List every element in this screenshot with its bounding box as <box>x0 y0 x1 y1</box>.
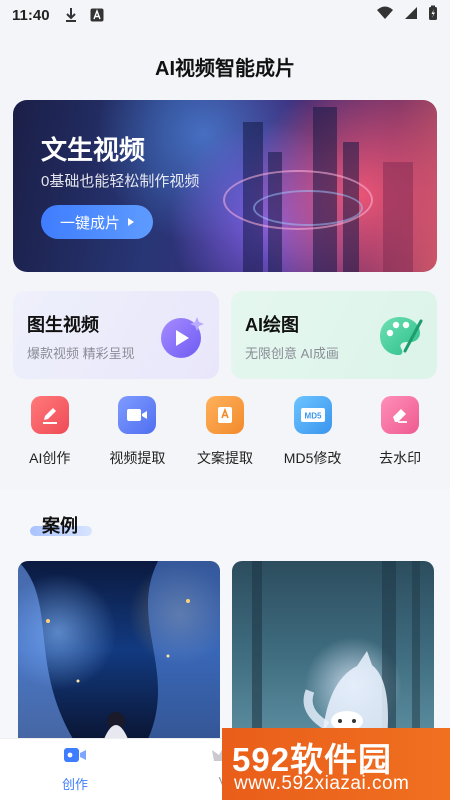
video-create-icon <box>63 745 87 770</box>
watermark-url: www.592xiazai.com <box>234 773 410 794</box>
banner-art-ring <box>253 190 363 226</box>
tool-video-extract[interactable]: 视频提取 <box>97 396 177 476</box>
play-bubble-icon <box>157 311 207 361</box>
tool-label: 视频提取 <box>109 450 166 466</box>
palette-icon <box>375 311 425 361</box>
case-art-fox-forest <box>252 561 420 739</box>
signal-icon <box>404 6 418 24</box>
status-time: 11:40 <box>12 6 50 24</box>
tool-md5-modify[interactable]: MD5 MD5修改 <box>273 396 353 476</box>
case-thumbnail[interactable] <box>232 561 434 739</box>
play-arrow-icon <box>128 218 134 226</box>
tool-ai-create[interactable]: AI创作 <box>10 396 90 476</box>
card-subtitle: 无限创意 AI成画 <box>245 346 339 361</box>
tool-row: AI创作 视频提取 文案提取 MD5 MD5修改 去水印 <box>0 396 450 476</box>
tool-label: 去水印 <box>379 450 422 466</box>
card-image-to-video[interactable]: 图生视频 爆款视频 精彩呈现 <box>13 291 219 379</box>
md5-icon: MD5 <box>293 396 332 434</box>
case-thumbnail[interactable] <box>18 561 220 739</box>
tool-label: MD5修改 <box>283 450 342 466</box>
hero-banner-text-to-video[interactable]: 文生视频 0基础也能轻松制作视频 一键成片 <box>13 100 437 272</box>
one-click-create-button[interactable]: 一键成片 <box>41 205 153 239</box>
download-icon <box>64 7 78 23</box>
case-art-curtains <box>18 561 220 739</box>
watermark-overlay: 592软件园 www.592xiazai.com <box>222 728 450 800</box>
tool-label: AI创作 <box>29 450 71 466</box>
banner-art-building <box>383 162 413 272</box>
svg-text:MD5: MD5 <box>304 412 321 421</box>
one-click-create-label: 一键成片 <box>59 214 120 232</box>
battery-icon <box>428 5 438 25</box>
nav-label-create: 创作 <box>61 777 88 792</box>
notification-a-icon <box>90 8 104 22</box>
card-subtitle: 爆款视频 精彩呈现 <box>27 346 135 361</box>
tool-label: 文案提取 <box>196 450 253 466</box>
wifi-icon <box>376 6 394 24</box>
status-bar: 11:40 <box>0 0 450 30</box>
pen-icon <box>30 396 69 434</box>
text-document-icon <box>205 396 244 434</box>
eraser-icon <box>381 396 420 434</box>
video-camera-icon <box>118 396 157 434</box>
tool-remove-watermark[interactable]: 去水印 <box>360 396 440 476</box>
section-title-cases: 案例 <box>42 516 78 536</box>
tool-text-extract[interactable]: 文案提取 <box>185 396 265 476</box>
card-title: 图生视频 <box>27 315 99 335</box>
hero-title: 文生视频 <box>41 135 146 165</box>
card-ai-drawing[interactable]: AI绘图 无限创意 AI成画 <box>231 291 437 379</box>
page-title: AI视频智能成片 <box>155 58 295 80</box>
nav-tab-create[interactable]: 创作 <box>45 745 105 793</box>
card-title: AI绘图 <box>245 315 299 335</box>
hero-subtitle: 0基础也能轻松制作视频 <box>41 173 200 190</box>
